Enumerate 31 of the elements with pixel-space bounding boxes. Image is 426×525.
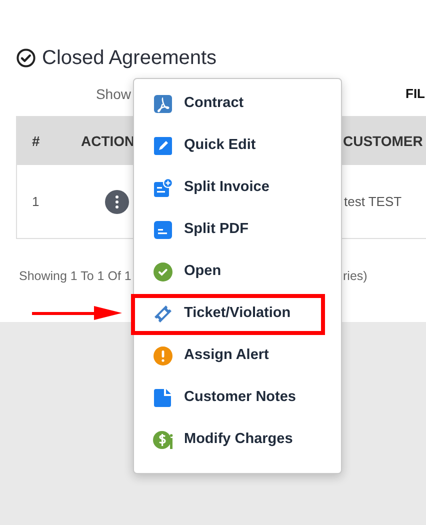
pdf-icon xyxy=(153,94,173,114)
menu-item[interactable]: Customer Notes xyxy=(134,377,341,419)
file-icon xyxy=(153,388,173,408)
pagination-info: Showing 1 To 1 Of 1 xyxy=(19,268,132,285)
dollar-icon xyxy=(153,430,173,450)
more-button[interactable] xyxy=(105,190,129,214)
edit-icon xyxy=(153,136,173,156)
show-label: Show xyxy=(96,84,131,104)
menu-item[interactable]: Contract xyxy=(134,83,341,125)
more-icon xyxy=(115,194,119,208)
alert-icon xyxy=(153,346,173,366)
menu-item[interactable]: Quick Edit xyxy=(134,125,341,167)
ticket-icon xyxy=(153,304,173,324)
filter-label: FIL xyxy=(406,85,425,104)
table-cell-text: test TEST xyxy=(344,192,402,211)
menu-item[interactable]: Ticket/Violation xyxy=(134,293,341,335)
invoice-plus-icon xyxy=(153,178,173,198)
menu-item[interactable]: Split Invoice xyxy=(134,167,341,209)
check-circle-icon xyxy=(16,48,36,68)
menu-item[interactable]: Split PDF xyxy=(134,209,341,251)
document-icon xyxy=(153,220,173,240)
column-header: # xyxy=(32,132,40,148)
menu-item[interactable]: Modify Charges xyxy=(134,419,341,461)
menu-item[interactable]: Assign Alert xyxy=(134,335,341,377)
menu-item[interactable]: Open xyxy=(134,251,341,293)
check-circle-icon xyxy=(153,262,173,282)
table-cell-text: 1 xyxy=(31,192,40,211)
column-header: CUSTOMER xyxy=(343,132,423,148)
pagination-info: ries) xyxy=(343,268,368,285)
page-title: Closed Agreements xyxy=(42,48,217,68)
column-header: ACTION xyxy=(81,132,135,148)
